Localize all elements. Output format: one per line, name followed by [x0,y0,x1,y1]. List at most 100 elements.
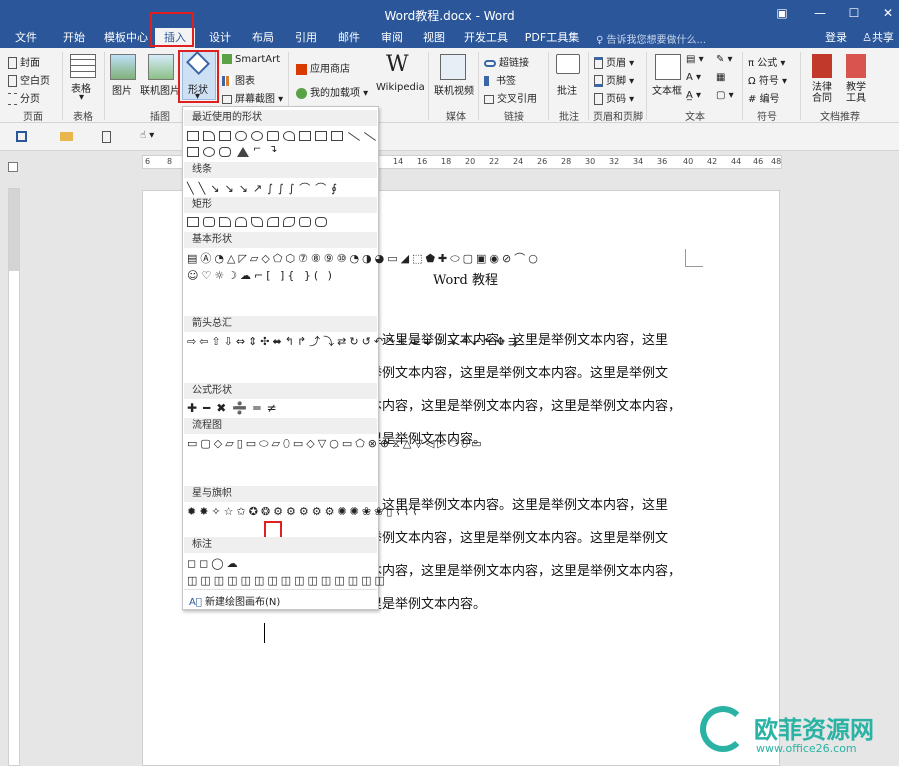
shape-elbow-icon[interactable]: ⌐ [253,144,261,155]
document-title[interactable]: Word 教程 [433,269,498,288]
shape-rounded-icon[interactable] [235,131,247,141]
tab-review[interactable]: 审阅 [372,28,412,48]
document-line[interactable]: 举例文本内容，这里是举例文本内容。这里是举例文 [369,362,668,381]
online-picture-button[interactable]: 联机图片 [140,82,180,97]
tab-layout[interactable]: 布局 [243,28,283,48]
symbol-button[interactable]: Ω 符号 ▾ [748,72,787,87]
shape-snip-rect-icon[interactable] [219,217,231,227]
tab-references[interactable]: 引用 [286,28,326,48]
shape-line-icon[interactable] [347,132,361,141]
shape-textbox-icon[interactable] [187,131,199,141]
smartart-button[interactable]: SmartArt [222,54,280,65]
login-link[interactable]: 登录 [818,28,854,48]
shape-speech-icon[interactable] [267,131,279,141]
drop-cap-icon[interactable]: A̲ ▾ [686,90,701,101]
chart-button[interactable]: 图表 [222,72,255,87]
save-icon[interactable] [16,131,27,142]
shape-callout-icon[interactable] [203,131,215,141]
page-number-button[interactable]: 页码 ▾ [594,90,634,105]
wikipedia-button[interactable]: Wikipedia [376,82,425,93]
arrows-grid[interactable]: ⇨⇦⇧⇩⇔⇕✣⬌↰↱⤴⤵⇄↻↺↶↷➪➫➭➯⬎⬏⬐⬑✥⇶ [187,333,517,350]
shape-cloud-icon[interactable] [251,131,263,141]
bookmark-button[interactable]: 书签 [484,72,516,87]
tab-template-center[interactable]: 模板中心 [100,28,152,48]
touch-mode-icon[interactable]: ☝ ▾ [140,130,154,141]
online-video-button[interactable]: 联机视频 [434,82,474,97]
shape-round-diag-rect-icon[interactable] [299,217,311,227]
tell-me-search[interactable]: ♀ 告诉我您想要做什么... [596,31,706,46]
wikipedia-icon[interactable]: W [386,52,409,77]
table-dropdown-icon[interactable]: ▾ [79,92,84,103]
ribbon-display-options-icon[interactable]: ▣ [772,4,792,22]
picture-button[interactable]: 图片 [112,82,132,97]
close-button[interactable]: ✕ [878,4,898,22]
lines-grid[interactable]: ╲╲↘↘↘↗∫∫∫⌒⌒∮ [187,180,342,196]
footer-button[interactable]: 页脚 ▾ [594,72,634,87]
shape-snip2-rect-icon[interactable] [235,217,247,227]
table-icon[interactable] [70,54,96,78]
screenshot-button[interactable]: 屏幕截图 ▾ [222,90,283,105]
shape-card-icon[interactable] [299,131,311,141]
document-line[interactable]: 本内容，这里是举例文本内容，这里是举例文本内容， [369,395,681,414]
shape-rect2-icon[interactable] [187,147,199,157]
open-folder-icon[interactable] [60,132,73,141]
tab-developer[interactable]: 开发工具 [460,28,512,48]
shape-elbow2-icon[interactable]: ↴ [269,144,277,155]
signature-line-icon[interactable]: ✎ ▾ [716,54,733,65]
equation-shapes-grid[interactable]: ✚━✖➗═≠ [187,401,283,415]
document-line[interactable]: 举例文本内容，这里是举例文本内容。这里是举例文 [369,527,668,546]
blank-page-button[interactable]: 空白页 [8,72,50,87]
stars-banners-grid[interactable]: ✹✸✧☆✩✪❂⚙⚙⚙⚙⚙✺✺❀❀▯⌇⌇⌇ [187,503,418,520]
shape-round1-rect-icon[interactable] [267,217,279,227]
new-doc-icon[interactable] [102,131,111,143]
online-picture-icon[interactable] [148,54,174,80]
comment-icon[interactable] [556,54,580,74]
legal-contract-icon[interactable] [812,54,832,78]
shape-heart-icon[interactable] [283,131,295,141]
legal-contract-button[interactable]: 法律合同 [810,82,834,104]
new-drawing-canvas-item[interactable]: A⃝ 新建绘图画布(N) [189,593,280,608]
minimize-button[interactable]: — [810,4,830,22]
shape-round2-rect-icon[interactable] [283,217,295,227]
numbering-button[interactable]: # 编号 [748,90,780,105]
online-video-icon[interactable] [440,54,466,80]
shape-rectangle-icon[interactable] [187,217,199,227]
store-button[interactable]: 应用商店 [296,60,350,75]
shape-roundrect-icon[interactable] [219,147,231,157]
shape-diag-rect-icon[interactable] [251,217,263,227]
document-line[interactable]: 本内容，这里是举例文本内容，这里是举例文本内容， [369,560,681,579]
basic-shapes-grid[interactable]: ▤Ⓐ◔△◸▱◇⬠⬡⑦⑧⑨⑩◔◑◕▭◢⬚⬟✚⬭▢▣◉⊘⌒○☺♡☼☽☁⌐[ ]{ }… [187,250,538,284]
text-box-button[interactable]: 文本框 [652,82,682,97]
tab-mailings[interactable]: 邮件 [329,28,369,48]
quick-parts-icon[interactable]: ▤ ▾ [686,54,704,65]
date-time-icon[interactable]: ▦ [716,72,725,83]
tab-stop-selector[interactable] [8,162,18,172]
equation-button[interactable]: π 公式 ▾ [748,54,785,69]
shape-oval-icon[interactable] [203,147,215,157]
flowchart-grid[interactable]: ▭▢◇▱▯▭⬭▱⬯▭◇▽○▭⬠⊗⊕⧖△▽◁▷⬭⬯▭ [187,435,481,452]
cover-page-button[interactable]: 封面 [8,54,40,69]
share-button[interactable]: ♙共享 [858,28,898,48]
shape-arrow-icon[interactable] [363,132,377,141]
my-addins-button[interactable]: 我的加载项 ▾ [296,84,368,99]
shape-banner-icon[interactable] [315,131,327,141]
shape-rect-icon[interactable] [219,131,231,141]
maximize-button[interactable]: ☐ [844,4,864,22]
callouts-grid[interactable]: ◻◻◯☁◫◫◫◫◫◫◫◫◫◫◫◫◫◫◫ [187,555,385,589]
picture-icon[interactable] [110,54,136,80]
tab-home[interactable]: 开始 [56,28,92,48]
shape-round-rect2-icon[interactable] [315,217,327,227]
header-button[interactable]: 页眉 ▾ [594,54,634,69]
comment-button[interactable]: 批注 [557,82,577,97]
text-box-icon[interactable] [655,54,681,80]
shape-triangle-icon[interactable] [237,147,249,157]
cross-reference-button[interactable]: 交叉引用 [484,90,537,105]
hyperlink-button[interactable]: 超链接 [484,54,529,69]
document-line[interactable]: 里是举例文本内容。 [369,593,486,612]
tab-file[interactable]: 文件 [8,28,44,48]
teaching-tools-icon[interactable] [846,54,866,78]
object-icon[interactable]: ▢ ▾ [716,90,734,101]
vertical-ruler[interactable] [8,188,20,766]
page-break-button[interactable]: 分页 [8,90,40,105]
tab-view[interactable]: 视图 [414,28,454,48]
